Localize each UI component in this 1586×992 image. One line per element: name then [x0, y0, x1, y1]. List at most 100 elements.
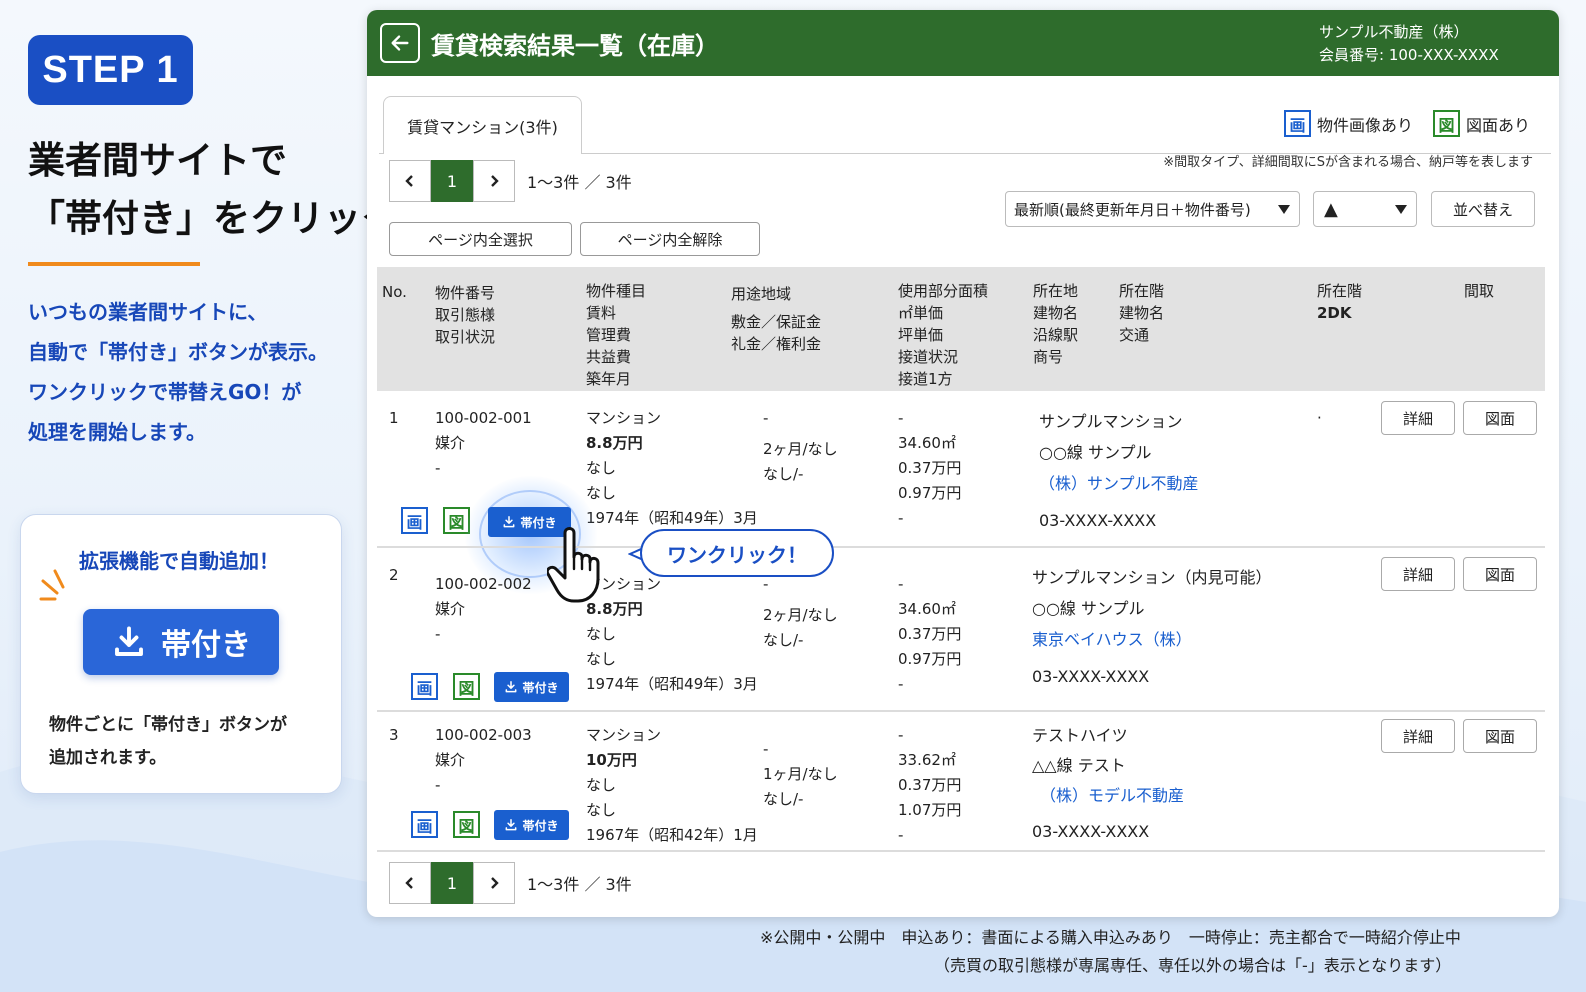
row-no: 2	[389, 566, 399, 584]
col-label: 賃料	[586, 304, 617, 322]
obi-button[interactable]: 帯付き	[494, 672, 569, 702]
legend-plan: 図 図面あり	[1433, 110, 1530, 137]
floorplan-icon[interactable]: 図	[453, 811, 480, 838]
one-click-callout: ワンクリック！	[640, 529, 834, 577]
row-rent: マンション 10万円 なし なし 1967年（昭和42年）1月	[586, 723, 758, 848]
orange-divider	[28, 262, 200, 266]
property-number: 100-002-001	[435, 409, 532, 427]
zone: -	[763, 740, 769, 758]
tsubo-price: 0.97万円	[898, 484, 962, 502]
download-icon	[115, 626, 143, 656]
floorplan-button[interactable]: 図面	[1463, 719, 1537, 753]
pointer-hand-icon	[547, 527, 600, 603]
detail-button[interactable]: 詳細	[1381, 557, 1455, 591]
company-link[interactable]: （株）モデル不動産	[1032, 781, 1184, 811]
image-icon[interactable]: 画	[401, 507, 428, 534]
page-title: 賃貸検索結果一覧（在庫）	[431, 32, 719, 60]
current-page[interactable]: 1	[431, 160, 473, 202]
area: 33.62㎡	[898, 751, 956, 769]
deselect-all-button[interactable]: ページ内全解除	[580, 222, 760, 256]
col-label: 取引態様	[435, 306, 496, 324]
prev-page-button[interactable]	[389, 862, 431, 904]
col-floor-layout: 所在階 2DK	[1317, 280, 1362, 324]
headline: 業者間サイトで 「帯付き」をクリック	[28, 132, 398, 248]
image-icon[interactable]: 画	[411, 673, 438, 700]
extension-card: 拡張機能で自動追加！ 帯付き 物件ごとに「帯付き」ボタンが 追加されます。	[20, 514, 342, 794]
col-location: 所在地 建物名 沿線駅 商号	[1033, 280, 1078, 368]
phone: 03-XXXX-XXXX	[1032, 667, 1150, 686]
row-zone: - 2ヶ月/なし なし/-	[763, 572, 838, 653]
col-label: 建物名	[1119, 304, 1165, 322]
col-label: 使用部分面積	[898, 282, 989, 300]
phone: 03-XXXX-XXXX	[1039, 511, 1157, 530]
current-page[interactable]: 1	[431, 862, 473, 904]
col-label: 管理費	[586, 326, 632, 344]
common-fee: なし	[586, 484, 617, 502]
sort-direction-select[interactable]: ▲	[1313, 191, 1417, 227]
col-label: 築年月	[586, 370, 632, 388]
building-name: サンプルマンション	[1039, 412, 1183, 431]
select-all-button[interactable]: ページ内全選択	[389, 222, 572, 256]
management-fee: なし	[586, 776, 617, 794]
promo-desc-line: 自動で「帯付き」ボタンが表示。	[28, 340, 328, 364]
tab-cover	[384, 152, 581, 155]
download-icon	[506, 818, 517, 831]
floorplan-button[interactable]: 図面	[1463, 401, 1537, 435]
next-page-button[interactable]	[473, 862, 515, 904]
col-label: 物件種目	[586, 282, 647, 300]
floorplan-icon[interactable]: 図	[453, 673, 480, 700]
layout-type-note: ※間取タイプ、詳細間取にSが含まれる場合、納戸等を表します	[1163, 155, 1533, 170]
extension-description: 物件ごとに「帯付き」ボタンが 追加されます。	[49, 709, 287, 775]
floorplan-available-icon: 図	[1433, 110, 1460, 137]
image-icon[interactable]: 画	[411, 811, 438, 838]
col-no: No.	[382, 283, 407, 301]
result-count: 1〜3件 ／ 3件	[527, 173, 632, 192]
road-dash: -	[898, 675, 904, 693]
back-button[interactable]	[380, 23, 420, 63]
row-property: 100-002-001 媒介 -	[435, 406, 532, 481]
road-dash: -	[898, 826, 904, 844]
col-label: 物件番号	[435, 284, 496, 302]
sort-order-value: 最新順(最終更新年月日＋物件番号)	[1014, 200, 1251, 219]
key-money: なし/-	[763, 631, 804, 649]
next-page-button[interactable]	[473, 160, 515, 202]
sort-button[interactable]: 並べ替え	[1431, 191, 1535, 227]
download-icon	[506, 680, 517, 693]
company-link[interactable]: （株）サンプル不動産	[1039, 468, 1199, 499]
col-label: 沿線駅	[1033, 326, 1079, 344]
col-label: 接道状況	[898, 348, 959, 366]
deposit: 2ヶ月/なし	[763, 440, 838, 458]
download-icon	[504, 515, 515, 528]
deal-type: 媒介	[435, 751, 466, 769]
row-zone: - 1ヶ月/なし なし/-	[763, 737, 838, 812]
management-fee: なし	[586, 459, 617, 477]
sqm-price: 0.37万円	[898, 625, 962, 643]
tab-rental-mansion[interactable]: 賃貸マンション(3件)	[383, 96, 582, 154]
col-madori: 間取	[1464, 282, 1495, 300]
obi-button[interactable]: 帯付き	[494, 810, 569, 840]
col-label: 商号	[1033, 348, 1064, 366]
col-property: 物件番号 取引態様 取引状況	[435, 282, 495, 348]
col-label: 所在地	[1033, 282, 1079, 300]
row-divider	[377, 710, 1545, 712]
detail-button[interactable]: 詳細	[1381, 401, 1455, 435]
road-dash: -	[898, 509, 904, 527]
zone: -	[763, 409, 769, 427]
obi-sample-button[interactable]: 帯付き	[83, 609, 279, 675]
detail-button[interactable]: 詳細	[1381, 719, 1455, 753]
row-property: 100-002-003 媒介 -	[435, 723, 532, 798]
row-location: サンプルマンション（内見可能） ○○線 サンプル 東京ベイハウス（株） 03-X…	[1032, 562, 1272, 692]
col-label: 用途地域	[731, 285, 792, 303]
company-link[interactable]: 東京ベイハウス（株）	[1032, 624, 1272, 655]
floorplan-button[interactable]: 図面	[1463, 557, 1537, 591]
deal-type: 媒介	[435, 600, 466, 618]
legend-image: 画 物件画像あり	[1284, 110, 1413, 137]
window-header: 賃貸検索結果一覧（在庫） サンプル不動産（株） 会員番号: 100-XXX-XX…	[367, 10, 1559, 76]
key-money: なし/-	[763, 465, 804, 483]
prev-page-button[interactable]	[389, 160, 431, 202]
col-label: ㎡単価	[898, 304, 944, 322]
col-label: 接道1方	[898, 370, 953, 388]
property-number: 100-002-003	[435, 726, 532, 744]
sort-order-select[interactable]: 最新順(最終更新年月日＋物件番号)	[1005, 191, 1300, 227]
row-area: - 34.60㎡ 0.37万円 0.97万円 -	[898, 406, 961, 531]
